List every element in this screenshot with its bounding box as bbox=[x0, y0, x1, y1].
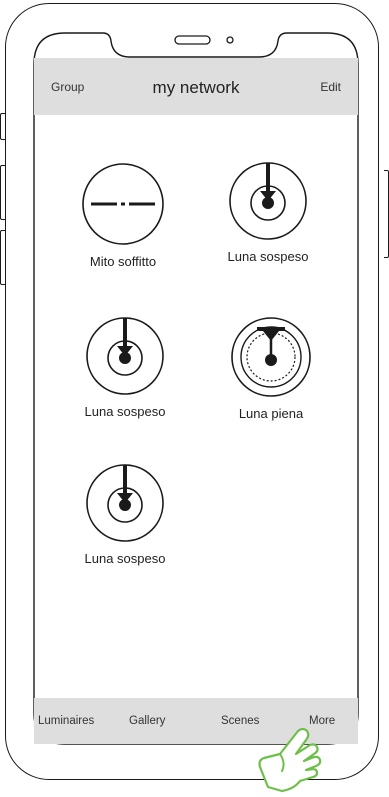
luminaire-tile-4[interactable]: Luna piena bbox=[206, 316, 336, 421]
speaker-grille bbox=[174, 35, 211, 45]
tab-more[interactable]: More bbox=[309, 715, 335, 727]
edit-button[interactable]: Edit bbox=[320, 80, 341, 94]
luminaire-tile-3[interactable]: Luna sospeso bbox=[60, 316, 190, 419]
luminaire-tile-5[interactable]: Luna sospeso bbox=[60, 463, 190, 566]
luminaire-label: Luna sospeso bbox=[84, 404, 166, 419]
luminaire-label: Luna sospeso bbox=[227, 249, 309, 264]
luna-sospeso-icon bbox=[86, 317, 164, 395]
luminaire-tile-1[interactable]: Mito soffitto bbox=[58, 162, 188, 269]
mito-soffitto-icon bbox=[82, 163, 164, 245]
luminaire-tile-2[interactable]: Luna sospeso bbox=[203, 161, 333, 264]
tab-luminaires[interactable]: Luminaires bbox=[38, 715, 94, 727]
pointing-hand-icon bbox=[258, 727, 322, 793]
luminaire-label: Luna sospeso bbox=[84, 551, 166, 566]
tab-scenes[interactable]: Scenes bbox=[221, 715, 259, 727]
page-title: my network bbox=[152, 78, 240, 97]
luminaire-label: Mito soffitto bbox=[89, 254, 157, 269]
front-camera bbox=[226, 36, 234, 44]
luna-sospeso-icon bbox=[229, 162, 307, 240]
nav-header: Group my network Edit bbox=[34, 58, 358, 115]
luna-piena-icon bbox=[231, 317, 311, 397]
tab-gallery[interactable]: Gallery bbox=[129, 715, 165, 727]
luna-sospeso-icon bbox=[86, 464, 164, 542]
luminaire-label: Luna piena bbox=[238, 406, 304, 421]
